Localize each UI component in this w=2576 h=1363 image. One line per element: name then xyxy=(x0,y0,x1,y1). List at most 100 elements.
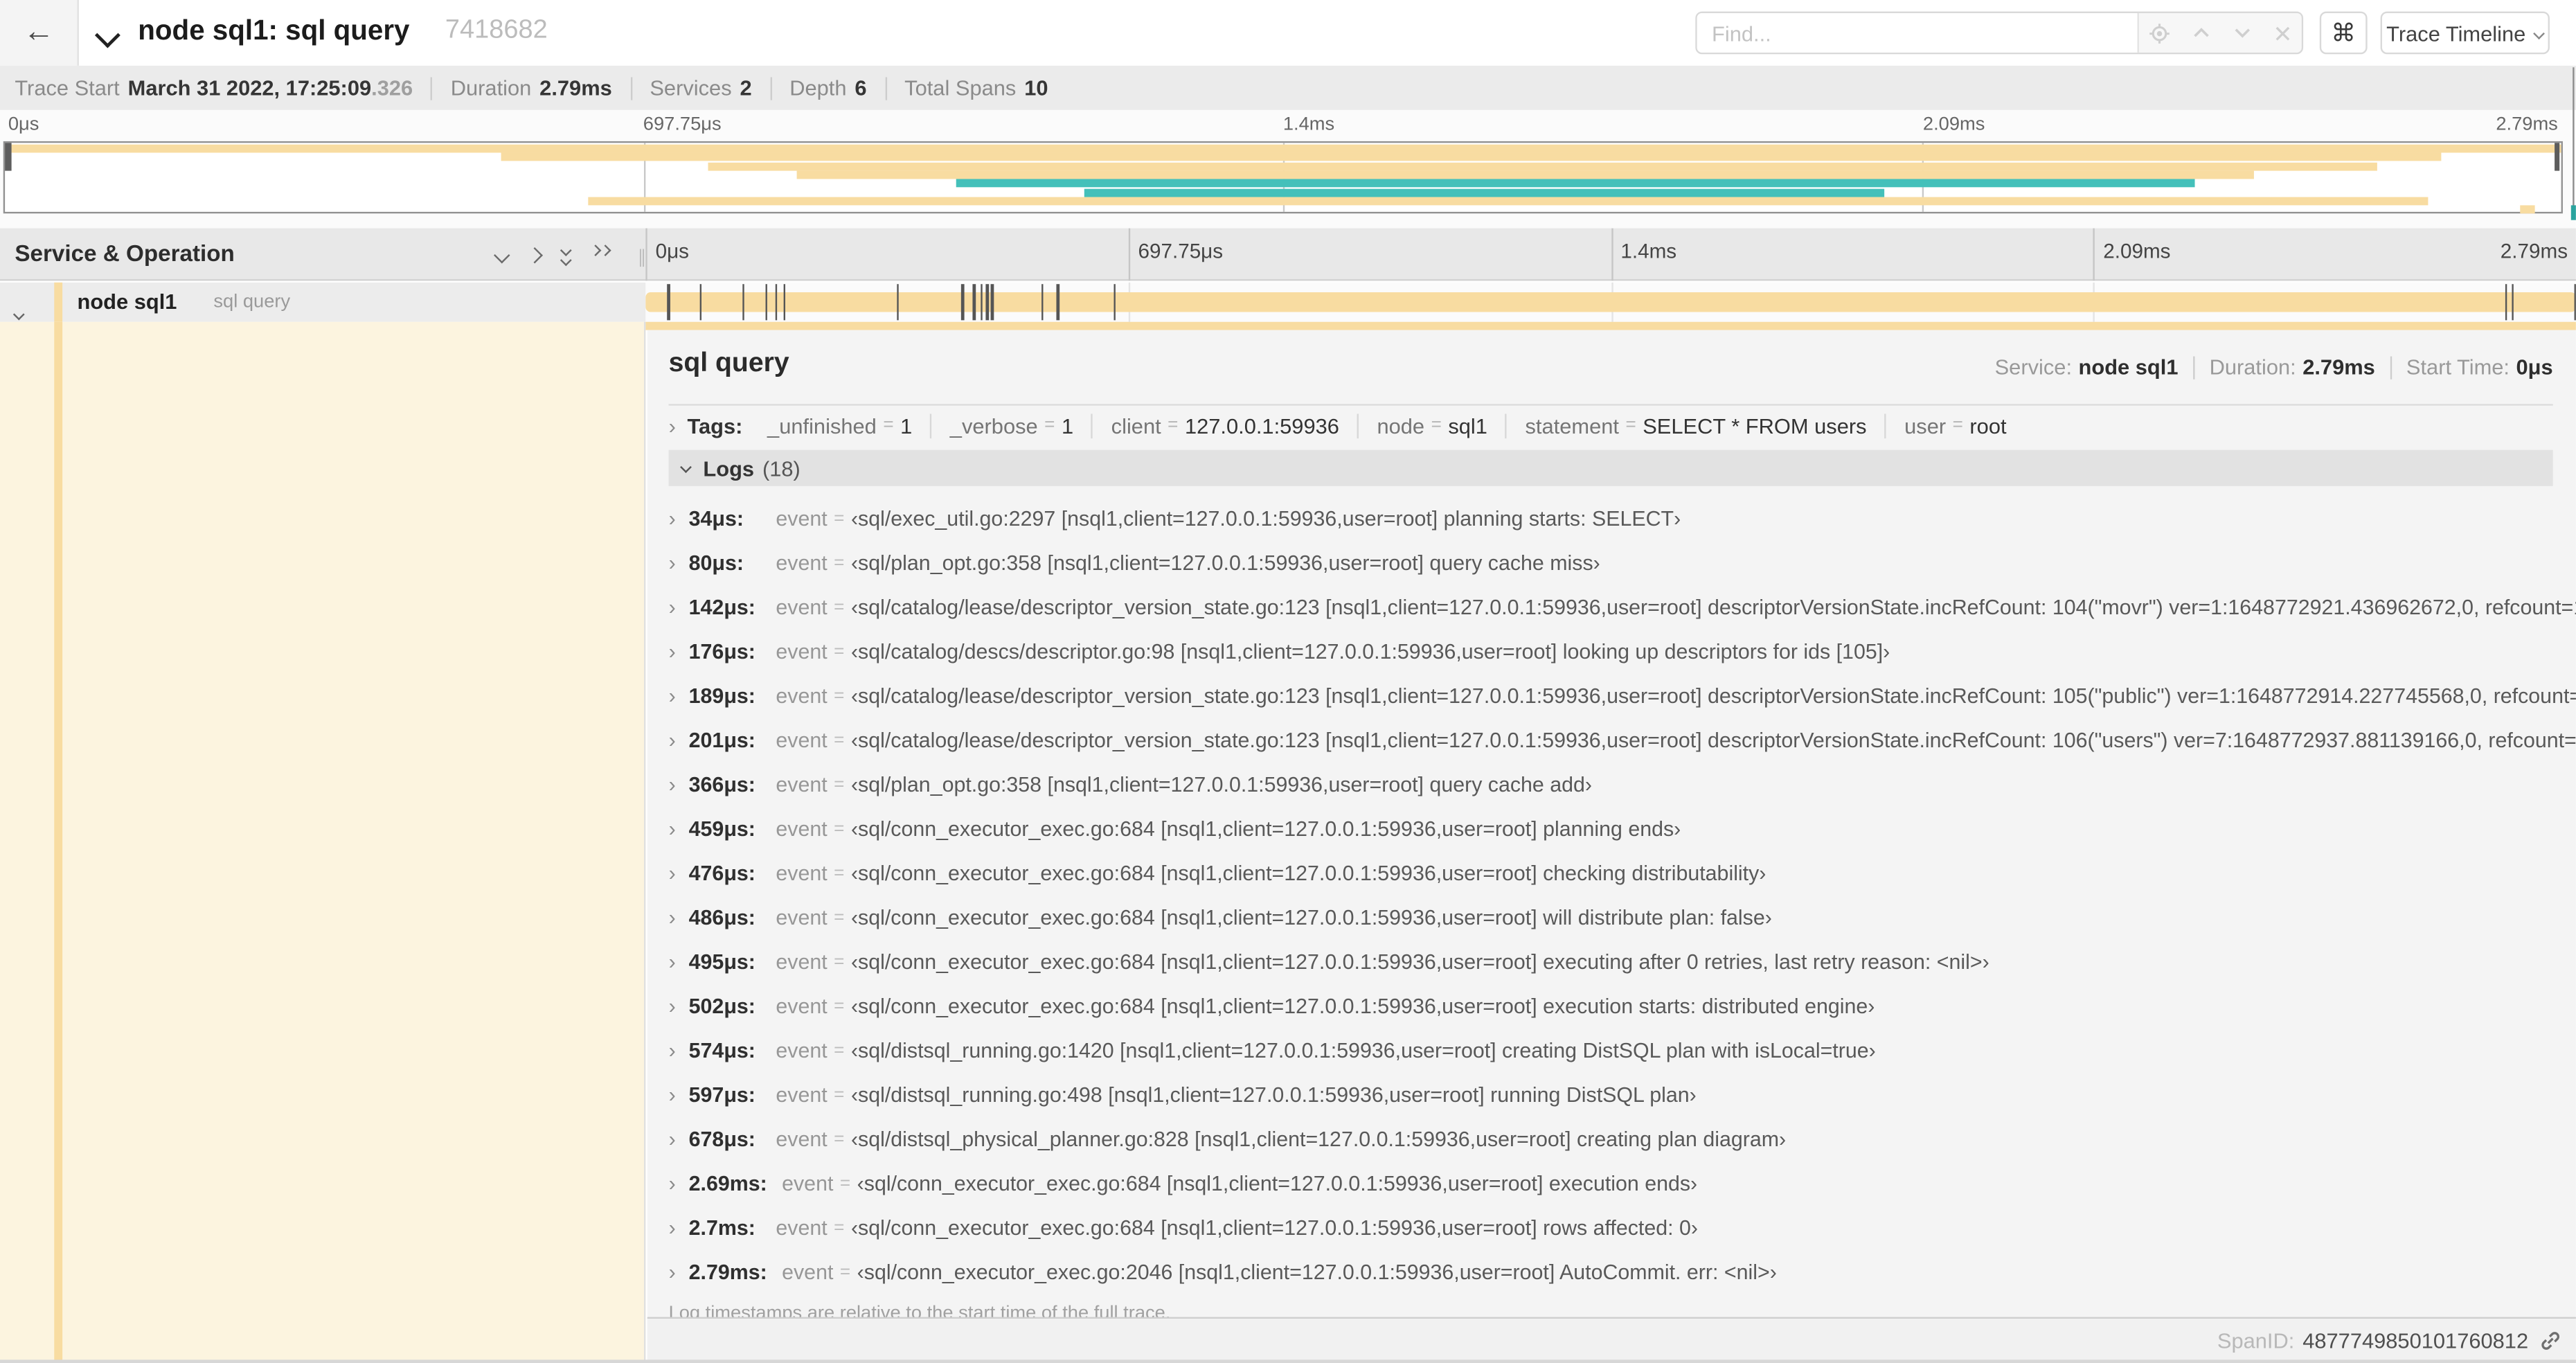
chevron-right-icon[interactable]: › xyxy=(669,1260,676,1285)
log-key: event xyxy=(776,816,828,841)
log-key: event xyxy=(782,1170,834,1196)
tag-item[interactable]: _verbose = 1 xyxy=(930,413,1091,438)
collapse-all-icon[interactable] xyxy=(560,244,572,266)
collapse-one-icon[interactable] xyxy=(494,246,510,263)
trace-view-dropdown[interactable]: Trace Timeline xyxy=(2380,11,2550,55)
chevron-right-icon[interactable]: › xyxy=(669,550,676,575)
span-detail-accent xyxy=(645,321,2576,330)
log-tick xyxy=(782,284,785,321)
find-controls xyxy=(2137,12,2302,53)
log-key: event xyxy=(776,1215,828,1240)
range-scrubber-right[interactable] xyxy=(2553,143,2560,171)
chevron-right-icon[interactable]: › xyxy=(669,1127,676,1152)
span-row-name-cell[interactable]: node sql1 sql query xyxy=(0,282,646,322)
log-row[interactable]: › 2.69ms: event = ‹sql/conn_executor_exec.go… xyxy=(669,1161,2576,1205)
clear-find-icon[interactable] xyxy=(2273,24,2291,42)
log-row[interactable]: › 495μs: event = ‹sql/conn_executor_exec.go:… xyxy=(669,939,2576,983)
log-row[interactable]: › 34μs: event = ‹sql/exec_util.go:2297 [nsql… xyxy=(669,496,2576,540)
log-timestamp: 476μs: xyxy=(688,860,755,886)
span-start-value: 0μs xyxy=(2516,355,2553,380)
ruler-tick: 0μs xyxy=(645,228,1128,281)
top-bar: ← node sql1: sql query 7418682 Find... ⌘… xyxy=(0,0,2576,66)
minimap-time-label: 2.79ms xyxy=(2496,114,2558,135)
log-row[interactable]: › 176μs: event = ‹sql/catalog/descs/descript… xyxy=(669,629,2576,673)
chevron-right-icon[interactable]: › xyxy=(669,905,676,929)
chevron-right-icon[interactable]: › xyxy=(669,994,676,1019)
meta-item: Depth 6 xyxy=(789,75,867,100)
log-value: ‹sql/catalog/descs/descriptor.go:98 [nsq… xyxy=(850,639,1890,663)
expand-all-icon[interactable] xyxy=(589,244,611,263)
log-key: event xyxy=(776,772,828,796)
find-input[interactable] xyxy=(1697,12,2138,53)
detail-left-gutter xyxy=(0,321,646,1363)
log-row[interactable]: › 476μs: event = ‹sql/conn_executor_exec.go:… xyxy=(669,850,2576,895)
log-row[interactable]: › 2.79ms: event = ‹sql/conn_executor_exec.go… xyxy=(669,1249,2576,1294)
minimap-canvas[interactable] xyxy=(3,141,2563,214)
log-row[interactable]: › 201μs: event = ‹sql/catalog/lease/descript… xyxy=(669,718,2576,762)
log-row[interactable]: › 189μs: event = ‹sql/catalog/lease/descript… xyxy=(669,673,2576,718)
log-timestamp: 459μs: xyxy=(688,816,755,841)
range-scrubber-left[interactable] xyxy=(5,143,11,171)
log-value: ‹sql/plan_opt.go:358 [nsql1,client=127.0… xyxy=(850,772,1593,796)
chevron-right-icon[interactable]: › xyxy=(669,1038,676,1063)
log-row[interactable]: › 597μs: event = ‹sql/distsql_running.go:498… xyxy=(669,1072,2576,1116)
log-row[interactable]: › 502μs: event = ‹sql/conn_executor_exec.go:… xyxy=(669,983,2576,1028)
trace-view-label: Trace Timeline xyxy=(2386,20,2526,46)
log-tick xyxy=(897,284,900,321)
next-match-icon[interactable] xyxy=(2233,23,2252,42)
tag-item[interactable]: user = root xyxy=(1884,413,2025,438)
log-row[interactable]: › 2.7ms: event = ‹sql/conn_executor_exec.go:… xyxy=(669,1205,2576,1249)
chevron-right-icon[interactable]: › xyxy=(669,860,676,885)
log-row[interactable]: › 366μs: event = ‹sql/plan_opt.go:358 [nsql1… xyxy=(669,762,2576,806)
log-key: event xyxy=(776,905,828,930)
tag-item[interactable]: client = 127.0.0.1:59936 xyxy=(1091,413,1357,438)
expand-one-icon[interactable] xyxy=(526,246,543,263)
collapse-trace-icon[interactable] xyxy=(94,22,120,53)
log-key: event xyxy=(776,1082,828,1107)
chevron-right-icon[interactable]: › xyxy=(669,1171,676,1196)
find-box xyxy=(1695,11,2304,55)
minimap-time-label: 1.4ms xyxy=(1282,114,1335,135)
log-row[interactable]: › 80μs: event = ‹sql/plan_opt.go:358 [nsql1,… xyxy=(669,540,2576,585)
chevron-right-icon[interactable]: › xyxy=(669,816,676,841)
span-row[interactable]: node sql1 sql query xyxy=(0,282,2576,322)
chevron-right-icon[interactable]: › xyxy=(669,1083,676,1107)
focus-match-icon[interactable] xyxy=(2149,22,2171,44)
chevron-right-icon[interactable]: › xyxy=(669,1215,676,1240)
log-row[interactable]: › 459μs: event = ‹sql/conn_executor_exec.go:… xyxy=(669,806,2576,850)
logs-header[interactable]: Logs (18) xyxy=(668,449,2553,486)
log-tick xyxy=(1057,284,1059,321)
log-row[interactable]: › 678μs: event = ‹sql/distsql_physical_plann… xyxy=(669,1116,2576,1161)
log-timestamp: 189μs: xyxy=(688,683,755,708)
log-row[interactable]: › 574μs: event = ‹sql/distsql_running.go:142… xyxy=(669,1028,2576,1072)
chevron-right-icon[interactable]: › xyxy=(669,683,676,708)
tag-item[interactable]: _unfinished = 1 xyxy=(749,413,930,438)
tags-row[interactable]: › Tags: _unfinished = 1 _verbose = 1 client = 12… xyxy=(647,406,2576,445)
log-key: event xyxy=(776,550,828,575)
log-key: event xyxy=(776,1126,828,1152)
chevron-right-icon[interactable]: › xyxy=(669,772,676,796)
tags-list: _unfinished = 1 _verbose = 1 client = 127.0.0.1:… xyxy=(749,413,2025,438)
trace-viewer-app: ← node sql1: sql query 7418682 Find... ⌘… xyxy=(0,0,2576,1363)
prev-match-icon[interactable] xyxy=(2192,23,2211,42)
tag-item[interactable]: statement = SELECT * FROM users xyxy=(1505,413,1885,438)
span-row-bar-cell[interactable] xyxy=(645,282,2576,322)
chevron-right-icon[interactable]: › xyxy=(669,594,676,619)
log-timestamp: 201μs: xyxy=(688,727,755,752)
back-button[interactable]: ← xyxy=(0,0,79,66)
deep-link-icon[interactable] xyxy=(2540,1330,2561,1352)
chevron-right-icon[interactable]: › xyxy=(669,949,676,974)
log-row[interactable]: › 142μs: event = ‹sql/catalog/lease/descript… xyxy=(669,585,2576,629)
chevron-right-icon[interactable]: › xyxy=(669,639,676,663)
chevron-right-icon[interactable]: › xyxy=(669,506,676,531)
tag-item[interactable]: node = sql1 xyxy=(1357,413,1505,438)
keyboard-shortcuts-button[interactable]: ⌘ xyxy=(2319,11,2368,55)
log-row[interactable]: › 486μs: event = ‹sql/conn_executor_exec.go:… xyxy=(669,895,2576,939)
span-duration-bar[interactable] xyxy=(645,292,2576,312)
log-value: ‹sql/catalog/lease/descriptor_version_st… xyxy=(850,727,2576,752)
span-service-name: node sql1 xyxy=(77,289,177,314)
chevron-right-icon[interactable]: › xyxy=(669,727,676,752)
minimap-span xyxy=(2520,205,2536,214)
log-timestamp: 2.7ms: xyxy=(688,1215,755,1240)
log-key: event xyxy=(776,683,828,708)
